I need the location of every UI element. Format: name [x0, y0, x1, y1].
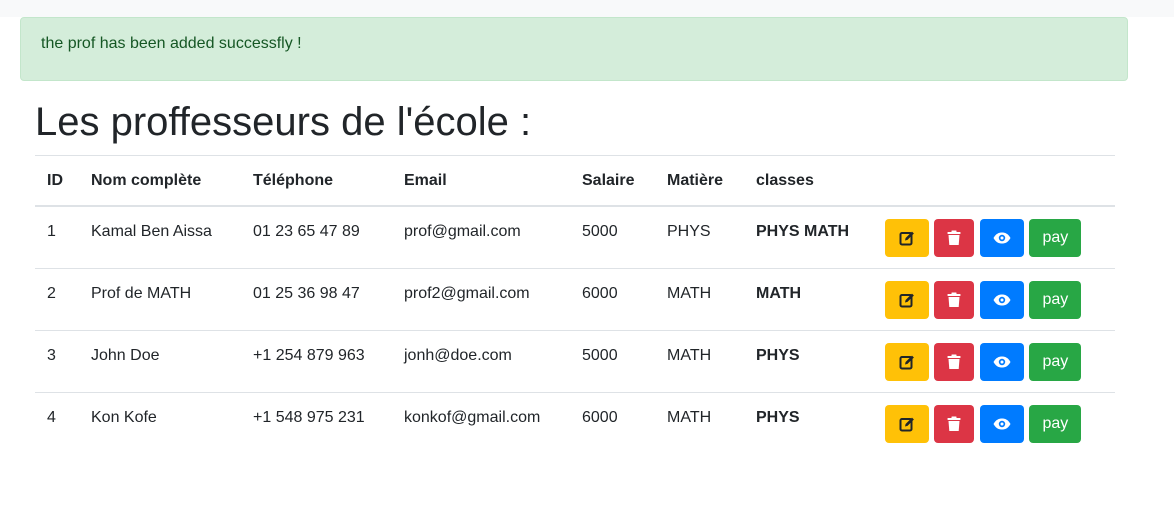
- cell-subject: PHYS: [655, 206, 744, 269]
- header-name: Nom complète: [79, 155, 241, 207]
- pay-button[interactable]: pay: [1029, 404, 1082, 443]
- page-title: Les proffesseurs de l'école :: [35, 100, 532, 144]
- eye-icon: [980, 281, 1024, 319]
- edit-button[interactable]: [885, 404, 929, 443]
- cell-name: John Doe: [79, 330, 241, 393]
- cell-phone: +1 254 879 963: [241, 330, 392, 393]
- cell-salary: 6000: [582, 408, 618, 426]
- cell-salary: 5000: [570, 330, 655, 393]
- table-row: 3 John Doe +1 254 879 963 jonh@doe.com 5…: [35, 330, 1115, 393]
- pay-button[interactable]: pay: [1029, 342, 1082, 381]
- table-row: 2 Prof de MATH 01 25 36 98 47 prof2@gmai…: [35, 268, 1115, 331]
- view-button[interactable]: [979, 280, 1024, 319]
- success-alert: the prof has been added successfly !: [20, 17, 1128, 81]
- delete-button[interactable]: [934, 404, 975, 443]
- view-button[interactable]: [979, 219, 1024, 257]
- header-id: ID: [35, 155, 79, 207]
- cell-id: 4: [47, 408, 56, 426]
- header-subject: Matière: [655, 155, 744, 207]
- cell-actions: pay: [873, 330, 1115, 393]
- cell-name: Prof de MATH: [79, 268, 241, 331]
- trash-icon: [934, 219, 974, 257]
- edit-icon: [885, 405, 929, 443]
- cell-phone: 01 23 65 47 89: [241, 206, 392, 269]
- alert-message: the prof has been added successfly !: [41, 35, 302, 52]
- cell-name: Kon Kofe: [91, 408, 157, 426]
- cell-classes: MATH: [744, 268, 873, 331]
- eye-icon: [980, 219, 1024, 257]
- cell-phone: 01 25 36 98 47: [241, 268, 392, 331]
- cell-id: 3: [35, 330, 79, 393]
- cell-email: prof2@gmail.com: [392, 268, 570, 331]
- cell-email: prof@gmail.com: [392, 206, 570, 269]
- cell-phone: +1 548 975 231: [253, 408, 365, 426]
- cell-classes: PHYS: [744, 330, 873, 393]
- edit-button[interactable]: [885, 280, 929, 319]
- cell-actions: pay: [873, 206, 1115, 269]
- table-header-row: ID Nom complète Téléphone Email Salaire …: [35, 155, 1115, 207]
- edit-button[interactable]: [885, 342, 929, 381]
- trash-icon: [934, 405, 974, 443]
- delete-button[interactable]: [934, 342, 975, 381]
- cell-subject: MATH: [667, 408, 712, 426]
- table-body: 1 Kamal Ben Aissa 01 23 65 47 89 prof@gm…: [35, 206, 1115, 454]
- cell-email: konkof@gmail.com: [404, 408, 541, 426]
- cell-id: 2: [35, 268, 79, 331]
- delete-button[interactable]: [934, 219, 975, 257]
- table-row: 1 Kamal Ben Aissa 01 23 65 47 89 prof@gm…: [35, 206, 1115, 269]
- cell-salary: 6000: [570, 268, 655, 331]
- cell-salary: 5000: [570, 206, 655, 269]
- edit-icon: [885, 281, 929, 319]
- pay-button[interactable]: pay: [1029, 219, 1082, 257]
- header-salary: Salaire: [570, 155, 655, 207]
- cell-actions: pay: [873, 392, 1115, 454]
- eye-icon: [980, 343, 1024, 381]
- trash-icon: [934, 281, 974, 319]
- edit-button[interactable]: [885, 219, 929, 257]
- header-email: Email: [392, 155, 570, 207]
- cell-subject: MATH: [655, 330, 744, 393]
- header-classes: classes: [744, 155, 873, 207]
- trash-icon: [934, 343, 974, 381]
- header-actions: [873, 155, 1115, 207]
- table-row: 4 Kon Kofe +1 548 975 231 konkof@gmail.c…: [35, 392, 1115, 454]
- cell-subject: MATH: [655, 268, 744, 331]
- edit-icon: [885, 343, 929, 381]
- header-phone: Téléphone: [241, 155, 392, 207]
- edit-icon: [885, 219, 929, 257]
- cell-actions: pay: [873, 268, 1115, 331]
- pay-button[interactable]: pay: [1029, 280, 1082, 319]
- cell-name: Kamal Ben Aissa: [79, 206, 241, 269]
- cell-classes: PHYS MATH: [744, 206, 873, 269]
- professors-table: ID Nom complète Téléphone Email Salaire …: [35, 155, 1115, 454]
- view-button[interactable]: [979, 342, 1024, 381]
- cell-id: 1: [35, 206, 79, 269]
- view-button[interactable]: [979, 404, 1024, 443]
- delete-button[interactable]: [934, 280, 975, 319]
- cell-classes: PHYS: [756, 408, 800, 426]
- cell-email: jonh@doe.com: [392, 330, 570, 393]
- top-bar: [0, 0, 1174, 17]
- eye-icon: [980, 405, 1024, 443]
